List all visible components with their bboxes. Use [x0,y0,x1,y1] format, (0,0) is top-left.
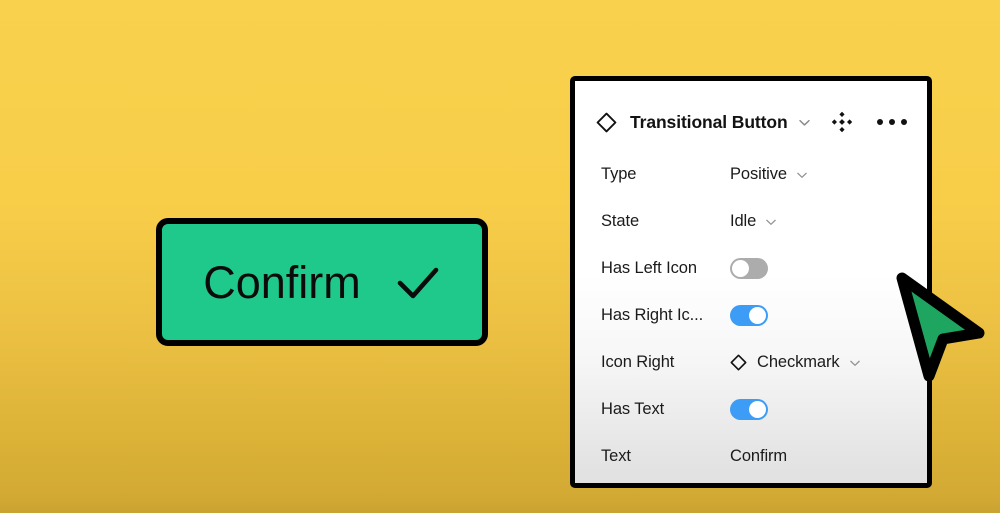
canvas: Confirm Transitional Button Type Positiv… [0,0,1000,513]
chevron-down-icon [849,360,860,366]
more-dot [889,119,895,125]
chevron-down-icon[interactable] [797,115,812,130]
confirm-button[interactable]: Confirm [156,218,488,346]
state-select[interactable]: Idle [730,212,778,231]
icon-right-select[interactable]: Checkmark [730,353,862,372]
component-diamond-icon [596,112,617,132]
text-field-value: Confirm [730,447,788,465]
property-label: State [601,212,640,230]
type-select[interactable]: Positive [730,165,809,184]
text-field[interactable]: Confirm [730,447,787,466]
type-select-value: Positive [730,165,787,183]
variants-icon[interactable] [831,111,853,133]
state-select-value: Idle [730,212,757,230]
has-left-icon-toggle[interactable] [730,258,768,279]
property-label: Text [601,447,631,465]
property-rows: Type Positive State Idle Has Left Icon H… [575,151,927,480]
property-row-state: State Idle [575,198,927,245]
properties-panel: Transitional Button Type Positive State … [570,76,932,488]
property-label: Has Right Ic... [601,306,704,324]
icon-right-select-value: Checkmark [757,353,840,371]
chevron-down-icon [766,219,777,225]
property-row-text: Text Confirm [575,433,927,480]
toggle-knob [749,401,766,418]
more-options-icon[interactable] [877,119,907,125]
toggle-knob [732,260,749,277]
confirm-button-label: Confirm [203,256,361,308]
more-dot [877,119,883,125]
property-label: Icon Right [601,353,675,371]
panel-header: Transitional Button [575,103,927,141]
property-label: Type [601,165,637,183]
chevron-down-icon [797,172,807,178]
panel-title: Transitional Button [630,111,788,132]
toggle-knob [749,307,766,324]
property-row-icon-right: Icon Right Checkmark [575,339,927,386]
property-row-has-left-icon: Has Left Icon [575,245,927,292]
has-right-icon-toggle[interactable] [730,305,768,326]
property-row-type: Type Positive [575,151,927,198]
property-row-has-text: Has Text [575,386,927,433]
has-text-toggle[interactable] [730,399,768,420]
checkmark-icon [397,267,439,299]
component-diamond-icon [730,354,747,371]
property-label: Has Text [601,400,665,418]
property-label: Has Left Icon [601,259,697,277]
more-dot [901,119,907,125]
property-row-has-right-icon: Has Right Ic... [575,292,927,339]
